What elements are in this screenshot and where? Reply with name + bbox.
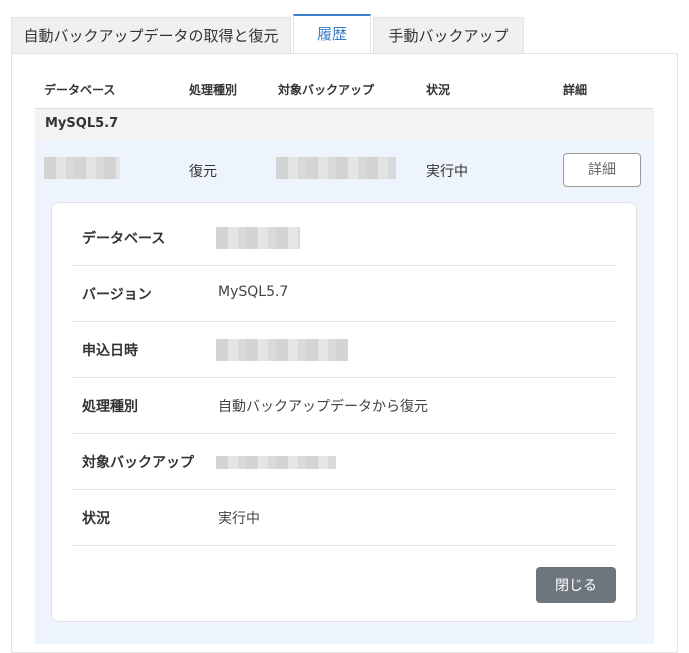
table-header: データベース 処理種別 対象バックアップ 状況 詳細: [35, 74, 654, 109]
row-process-type: 復元: [189, 164, 217, 180]
detail-row-process-type: 処理種別 自動バックアップデータから復元: [72, 377, 616, 434]
detail-label: 対象バックアップ: [82, 455, 194, 471]
redacted-applied-at-value: [216, 339, 348, 361]
redacted-database-name: [44, 157, 120, 179]
detail-value: 自動バックアップデータから復元: [218, 399, 428, 415]
detail-value: MySQL5.7: [218, 284, 289, 300]
redacted-target-backup: [276, 157, 396, 179]
column-status: 状況: [426, 83, 451, 97]
detail-row-status: 状況 実行中: [72, 489, 616, 546]
detail-card: データベース バージョン MySQL5.7 申込日時 処理種別 自動バックアップ…: [51, 202, 637, 622]
redacted-database-value: [216, 227, 300, 249]
group-label: MySQL5.7: [45, 116, 119, 131]
column-detail: 詳細: [563, 83, 588, 97]
detail-row-version: バージョン MySQL5.7: [72, 265, 616, 322]
detail-label: 処理種別: [82, 399, 138, 415]
detail-row-applied-at: 申込日時: [72, 321, 616, 378]
detail-row-target-backup: 対象バックアップ: [72, 433, 616, 490]
detail-label: データベース: [82, 231, 166, 247]
detail-value: 実行中: [218, 511, 260, 527]
redacted-target-backup-value: [216, 456, 336, 469]
column-target-backup: 対象バックアップ: [278, 83, 375, 97]
group-row: MySQL5.7: [35, 109, 654, 141]
column-process-type: 処理種別: [189, 83, 238, 97]
detail-label: バージョン: [82, 287, 152, 303]
row-status: 実行中: [426, 164, 468, 180]
detail-label: 状況: [82, 511, 110, 527]
tab-bar: 自動バックアップデータの取得と復元 履歴 手動バックアップ: [11, 14, 678, 54]
tab-auto-backup[interactable]: 自動バックアップデータの取得と復元: [11, 17, 291, 54]
tab-manual-backup[interactable]: 手動バックアップ: [373, 17, 524, 54]
column-database: データベース: [44, 83, 116, 97]
close-button[interactable]: 閉じる: [536, 567, 616, 603]
tab-history[interactable]: 履歴: [293, 14, 371, 54]
detail-button[interactable]: 詳細: [563, 153, 641, 187]
detail-row-database: データベース: [72, 209, 616, 266]
table-row: 復元 実行中 詳細 データベース バージョン MySQL5.7 申込日時 処理種…: [35, 141, 654, 644]
detail-label: 申込日時: [82, 343, 138, 359]
